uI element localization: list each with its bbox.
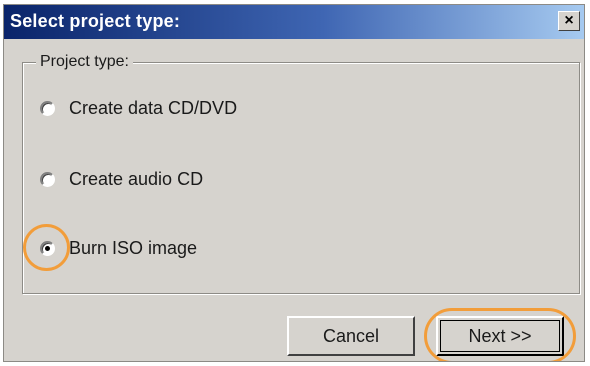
radio-button-selected[interactable]	[40, 240, 55, 256]
radio-label: Burn ISO image	[69, 237, 198, 258]
radio-button[interactable]	[40, 171, 55, 187]
close-button[interactable]: ×	[558, 11, 580, 31]
groupbox-label: Project type:	[36, 53, 133, 71]
dialog-window: Select project type: × Project type: Cre…	[3, 4, 585, 362]
radio-label: Create data CD/DVD	[69, 97, 238, 118]
radio-option-burn-iso[interactable]: Burn ISO image	[40, 236, 197, 260]
radio-option-data-cd[interactable]: Create data CD/DVD	[40, 96, 237, 120]
cancel-button[interactable]: Cancel	[287, 316, 415, 356]
radio-button[interactable]	[40, 100, 55, 116]
next-button[interactable]: Next >>	[436, 316, 564, 356]
dialog-title: Select project type:	[10, 11, 181, 31]
close-icon: ×	[564, 12, 574, 29]
radio-option-audio-cd[interactable]: Create audio CD	[40, 167, 203, 191]
title-bar[interactable]: Select project type: ×	[4, 5, 584, 39]
radio-label: Create audio CD	[69, 168, 204, 189]
